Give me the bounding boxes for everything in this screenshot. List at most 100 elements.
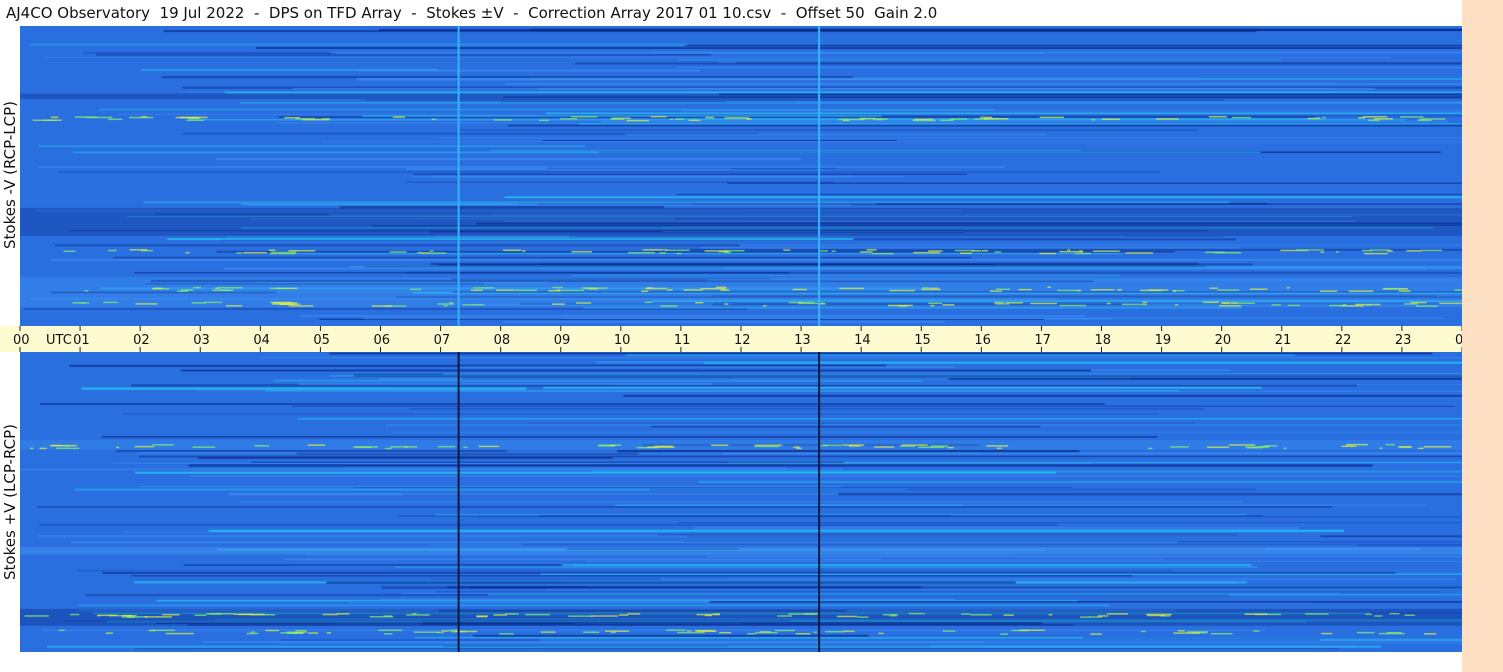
frequency-streak	[329, 375, 1463, 377]
frequency-streak	[247, 204, 851, 207]
mhz-axis-band	[1462, 0, 1503, 672]
interference-speck	[1374, 615, 1383, 617]
interference-speck	[942, 630, 956, 632]
interference-speck	[928, 302, 943, 305]
interference-speck	[1173, 632, 1200, 634]
interference-speck	[134, 445, 155, 448]
frequency-streak	[543, 386, 1262, 389]
interference-speck	[942, 304, 955, 306]
interference-speck	[754, 445, 780, 448]
interference-speck	[1093, 250, 1120, 253]
frequency-streak	[586, 560, 1462, 562]
interference-speck	[1406, 250, 1422, 252]
interference-speck	[1385, 443, 1396, 446]
interference-speck	[704, 250, 727, 252]
interference-speck	[1106, 302, 1111, 305]
interference-speck	[913, 251, 940, 254]
x-tick-label: 19	[1155, 333, 1172, 348]
interference-speck	[889, 289, 916, 292]
frequency-streak	[395, 566, 1258, 568]
frequency-band	[20, 608, 1462, 626]
interference-speck	[1387, 250, 1393, 252]
interference-speck	[843, 630, 855, 633]
interference-speck	[1410, 301, 1427, 304]
interference-speck	[1379, 447, 1383, 449]
axis-band-background	[0, 326, 1462, 352]
interference-speck	[476, 615, 488, 618]
frequency-streak	[353, 487, 1072, 489]
interference-speck	[1389, 612, 1400, 615]
interference-speck	[1003, 614, 1014, 616]
interference-speck	[995, 303, 1010, 305]
interference-speck	[431, 252, 447, 254]
frequency-streak	[281, 639, 1321, 641]
right-band-background	[1462, 0, 1503, 672]
interference-speck	[774, 629, 795, 632]
frequency-streak	[143, 201, 1230, 204]
frequency-streak	[259, 357, 1462, 359]
interference-speck	[878, 632, 884, 635]
interference-speck	[191, 302, 207, 304]
interference-speck	[1247, 447, 1263, 449]
interference-speck	[1177, 630, 1185, 632]
interference-speck	[970, 614, 992, 616]
interference-speck	[1147, 447, 1153, 450]
interference-speck	[1321, 632, 1333, 635]
frequency-streak	[363, 317, 1444, 320]
x-tick-label: 16	[974, 333, 991, 348]
frequency-streak	[216, 250, 1175, 253]
interference-speck	[1172, 290, 1176, 292]
interference-speck	[192, 446, 216, 448]
x-tick-label: 15	[914, 333, 931, 348]
x-tick-label: 21	[1275, 333, 1292, 348]
interference-speck	[1175, 304, 1179, 306]
interference-speck	[857, 616, 869, 618]
frequency-streak	[679, 59, 1282, 61]
interference-speck	[641, 290, 649, 292]
interference-speck	[1211, 632, 1233, 635]
frequency-streak	[330, 51, 1462, 54]
interference-speck	[959, 252, 973, 254]
interference-speck	[1361, 249, 1373, 252]
interference-speck	[389, 251, 407, 253]
interference-speck	[788, 613, 816, 615]
frequency-streak	[616, 450, 1080, 453]
interference-speck	[392, 116, 405, 118]
interference-speck	[1231, 116, 1252, 119]
x-tick-label: 01	[73, 333, 90, 348]
frequency-streak	[432, 137, 1463, 139]
interference-speck	[1048, 613, 1053, 616]
interference-speck	[355, 446, 372, 448]
interference-speck	[409, 288, 422, 291]
interference-speck	[193, 286, 201, 289]
interference-speck	[1019, 629, 1046, 631]
interference-speck	[308, 632, 319, 634]
interference-speck	[1208, 115, 1228, 118]
interference-speck	[250, 631, 255, 633]
interference-speck	[1253, 630, 1260, 632]
interference-speck	[436, 631, 445, 634]
interference-speck	[1140, 630, 1146, 633]
frequency-streak	[562, 564, 1252, 566]
interference-speck	[986, 445, 1009, 447]
frequency-streak	[676, 66, 1462, 69]
frequency-streak	[115, 450, 507, 453]
interference-speck	[32, 119, 57, 122]
interference-speck	[666, 289, 673, 291]
interference-speck	[108, 118, 123, 121]
frequency-streak	[735, 61, 1462, 64]
interference-speck	[1398, 290, 1411, 292]
interference-speck	[1090, 633, 1102, 635]
interference-speck	[1117, 289, 1123, 291]
interference-speck	[1147, 614, 1166, 617]
interference-speck	[866, 249, 877, 251]
interference-speck	[777, 615, 793, 617]
frequency-streak	[42, 629, 1267, 632]
interference-speck	[913, 118, 934, 121]
interference-speck	[1039, 116, 1064, 119]
interference-speck	[540, 631, 556, 633]
interference-speck	[683, 289, 703, 291]
frequency-streak	[138, 455, 1463, 458]
interference-speck	[994, 251, 1002, 253]
interference-speck	[711, 444, 729, 446]
